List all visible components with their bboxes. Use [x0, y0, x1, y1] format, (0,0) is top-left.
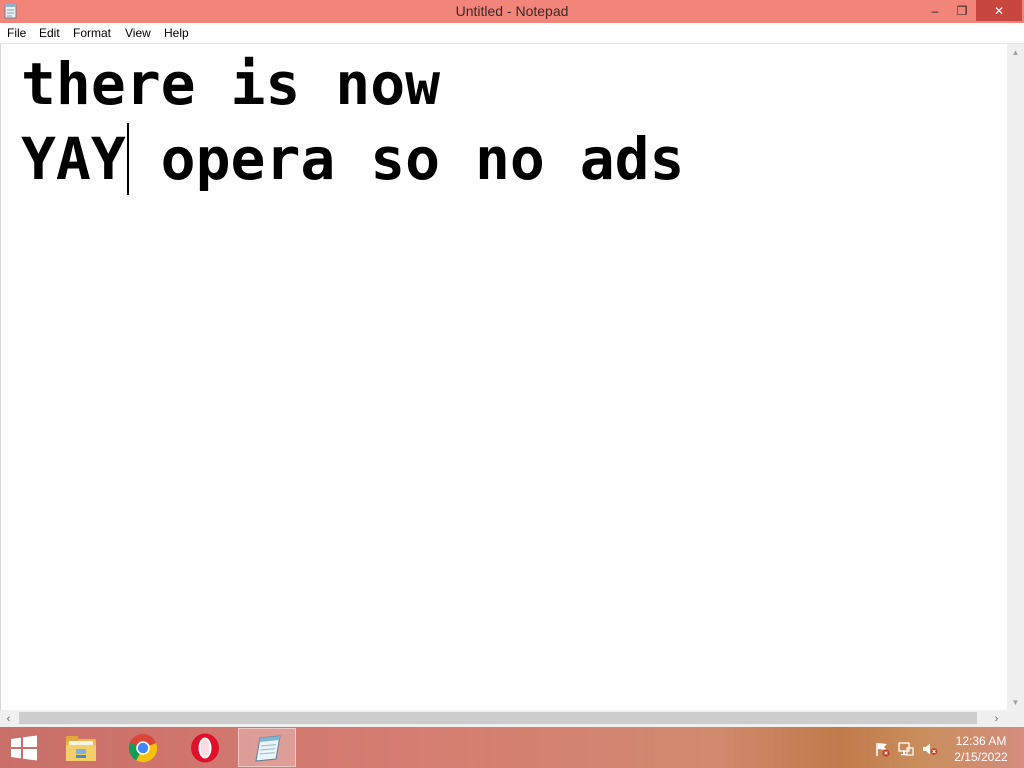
- text-before-caret: YAY: [21, 125, 126, 193]
- text-line: there is now: [21, 50, 441, 118]
- windows-logo-icon: [11, 735, 37, 760]
- menu-help[interactable]: Help: [164, 25, 189, 41]
- menu-format[interactable]: Format: [73, 25, 111, 41]
- screen: Untitled - Notepad – ❐ ✕ File Edit Forma…: [0, 0, 1024, 768]
- close-icon: ✕: [993, 3, 1005, 18]
- action-center-flag-icon[interactable]: [874, 741, 890, 757]
- title-bar[interactable]: Untitled - Notepad – ❐ ✕: [0, 0, 1024, 23]
- notepad-icon: [255, 734, 281, 762]
- menu-bar: File Edit Format View Help: [0, 23, 1024, 44]
- close-button[interactable]: ✕: [976, 0, 1022, 21]
- taskbar-notepad[interactable]: [238, 728, 296, 767]
- minimize-icon: –: [931, 3, 939, 18]
- opera-icon: [191, 733, 219, 762]
- taskbar-clock[interactable]: 12:36 AM 2/15/2022: [946, 733, 1016, 765]
- volume-muted-icon[interactable]: [922, 741, 938, 757]
- folder-icon: [66, 735, 96, 761]
- restore-button[interactable]: ❐: [949, 0, 975, 21]
- text-line: YAY opera so no ads: [21, 123, 684, 195]
- vertical-scrollbar[interactable]: ▲ ▼: [1007, 44, 1024, 710]
- horizontal-scrollbar[interactable]: ‹ ›: [0, 710, 1007, 727]
- taskbar-file-explorer[interactable]: [52, 728, 110, 767]
- start-button[interactable]: [0, 728, 48, 767]
- window-title: Untitled - Notepad: [455, 3, 569, 19]
- scroll-down-arrow-icon[interactable]: ▼: [1007, 694, 1024, 710]
- taskbar-opera[interactable]: [176, 728, 234, 767]
- scrollbar-corner: [1007, 710, 1024, 727]
- network-icon[interactable]: [898, 741, 914, 757]
- menu-view[interactable]: View: [125, 25, 151, 41]
- chrome-icon: [128, 733, 158, 762]
- menu-file[interactable]: File: [7, 25, 26, 41]
- horizontal-scroll-thumb[interactable]: [19, 712, 977, 724]
- clock-date: 2/15/2022: [954, 750, 1008, 764]
- clock-time: 12:36 AM: [955, 734, 1007, 748]
- taskbar-google-chrome[interactable]: [114, 728, 172, 767]
- minimize-button[interactable]: –: [921, 0, 949, 21]
- menu-edit[interactable]: Edit: [39, 25, 60, 41]
- scroll-left-arrow-icon[interactable]: ‹: [0, 710, 17, 727]
- taskbar: [0, 727, 1024, 768]
- scroll-up-arrow-icon[interactable]: ▲: [1007, 44, 1024, 60]
- text-editor-area[interactable]: there is now YAY opera so no ads: [0, 44, 1008, 710]
- text-after-caret: opera so no ads: [125, 125, 685, 193]
- restore-icon: ❐: [956, 3, 968, 18]
- scroll-right-arrow-icon[interactable]: ›: [988, 710, 1005, 727]
